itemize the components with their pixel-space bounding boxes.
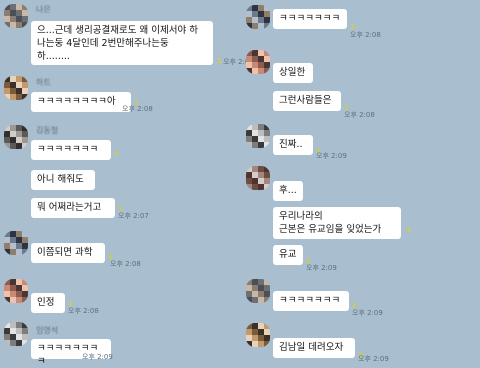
message-bubble[interactable]: 으...근데 생리공결재로도 왜 이제서야 하나는둥 4달인데 2번만해주나는둥… [31, 21, 213, 65]
message-timestamp: 오후 2:08 [110, 260, 141, 268]
message-bubble[interactable]: 우리나라의근본은 유교임을 잊었는가 [273, 207, 401, 239]
message-text: ㅋㅋㅋㅋㅋㅋㅋ [279, 295, 341, 306]
chat-column-right: ㅋㅋㅋㅋㅋㅋㅋ 1 오후 2:08 상일한 그런사람들은 1 오후 2:08 진짜.. 1 오후 … [244, 0, 480, 363]
sender-name: 임영석 [36, 326, 59, 335]
message-text: ㅋㅋㅋㅋㅋㅋㅋ [37, 144, 99, 155]
message-text: 나는둥 4달인데 2번만해주나는둥 [37, 38, 169, 49]
avatar[interactable] [4, 279, 28, 303]
unread-count: 1 [406, 226, 411, 234]
message-bubble[interactable]: 그런사람들은 [273, 91, 341, 111]
message-text: ㅋㅋㅋㅋㅋㅋㅋ [279, 13, 341, 24]
unread-count: 1 [217, 57, 222, 65]
message-text: 인정 [37, 297, 55, 308]
avatar[interactable] [4, 76, 28, 100]
message-bubble[interactable]: 아니 해줘도 [31, 170, 95, 190]
avatar[interactable] [246, 50, 270, 74]
message-text: 진짜.. [279, 139, 303, 150]
avatar-pixel [22, 340, 28, 346]
message-bubble[interactable]: 뭐 어쩌라는거고 [31, 198, 115, 218]
avatar-pixel [264, 341, 270, 347]
message-text: ㅋㅋㅋㅋㅋㅋㅋㅋ아 [37, 96, 116, 107]
avatar-pixel [264, 142, 270, 148]
avatar[interactable] [4, 322, 28, 346]
message-bubble[interactable]: 김남일 데려오자 [273, 338, 355, 358]
message-timestamp: 오후 2:08 [350, 31, 381, 39]
message-timestamp: 오후 2:09 [82, 353, 113, 361]
avatar[interactable] [246, 166, 270, 190]
avatar-pixel [22, 297, 28, 303]
message-text: 아니 해줘도 [37, 174, 84, 185]
avatar[interactable] [4, 231, 28, 255]
avatar-pixel [22, 143, 28, 149]
avatar-pixel [22, 94, 28, 100]
message-text: 으...근데 생리공결재로도 왜 이제서야 하 [37, 25, 198, 36]
avatar-pixel [264, 297, 270, 303]
message-text: 후... [279, 185, 297, 196]
sender-name: 김동철 [36, 126, 59, 135]
message-bubble[interactable]: ㅋㅋㅋㅋㅋㅋㅋ [273, 9, 347, 29]
message-timestamp: 오후 2:08 [344, 111, 375, 119]
avatar-pixel [264, 68, 270, 74]
sender-name: 하트 [36, 78, 51, 87]
message-bubble[interactable]: ㅋㅋㅋㅋㅋㅋㅋ [273, 291, 349, 311]
message-bubble[interactable]: 이쯤되면 과학 [31, 243, 105, 263]
message-bubble[interactable]: ㅋㅋㅋㅋㅋㅋㅋㅋ아 [31, 92, 131, 112]
avatar-pixel [22, 22, 28, 28]
message-timestamp: 오후 2:09 [316, 152, 347, 160]
chat-column-left: 나은으...근데 생리공결재로도 왜 이제서야 하나는둥 4달인데 2번만해주나… [0, 0, 254, 367]
message-bubble[interactable]: 유교 [273, 245, 303, 265]
unread-count: 1 [114, 150, 119, 158]
avatar-pixel [22, 249, 28, 255]
message-text: 하........ [37, 51, 70, 62]
message-timestamp: 오후 2:09 [352, 309, 383, 317]
message-timestamp: 오후 2:09 [306, 264, 337, 272]
message-timestamp: 오후 2:09 [358, 355, 389, 363]
sender-name: 나은 [36, 5, 51, 14]
message-text: 유교 [279, 249, 297, 260]
avatar[interactable] [4, 4, 28, 28]
avatar[interactable] [246, 5, 270, 29]
message-timestamp: 오후 2:08 [68, 307, 99, 315]
message-text: 우리나라의 [279, 211, 323, 222]
message-timestamp: 오후 2:08 [122, 105, 153, 113]
avatar[interactable] [4, 125, 28, 149]
avatar[interactable] [246, 124, 270, 148]
message-bubble[interactable]: ㅋㅋㅋㅋㅋㅋㅋ [31, 140, 111, 160]
message-bubble[interactable]: 후... [273, 181, 303, 201]
message-text: 상일한 [279, 67, 306, 78]
message-text: 그런사람들은 [279, 95, 332, 106]
avatar-pixel [264, 23, 270, 29]
message-bubble[interactable]: 상일한 [273, 63, 313, 83]
avatar[interactable] [246, 323, 270, 347]
message-timestamp: 오후 2:07 [118, 212, 149, 220]
avatar[interactable] [246, 279, 270, 303]
message-text: 김남일 데려오자 [279, 342, 344, 353]
message-text: 뭐 어쩌라는거고 [37, 202, 102, 213]
message-bubble[interactable]: 진짜.. [273, 135, 313, 155]
message-text: 근본은 유교임을 잊었는가 [279, 224, 382, 235]
avatar-pixel [264, 184, 270, 190]
message-bubble[interactable]: 인정 [31, 293, 65, 313]
message-text: 이쯤되면 과학 [37, 247, 93, 258]
